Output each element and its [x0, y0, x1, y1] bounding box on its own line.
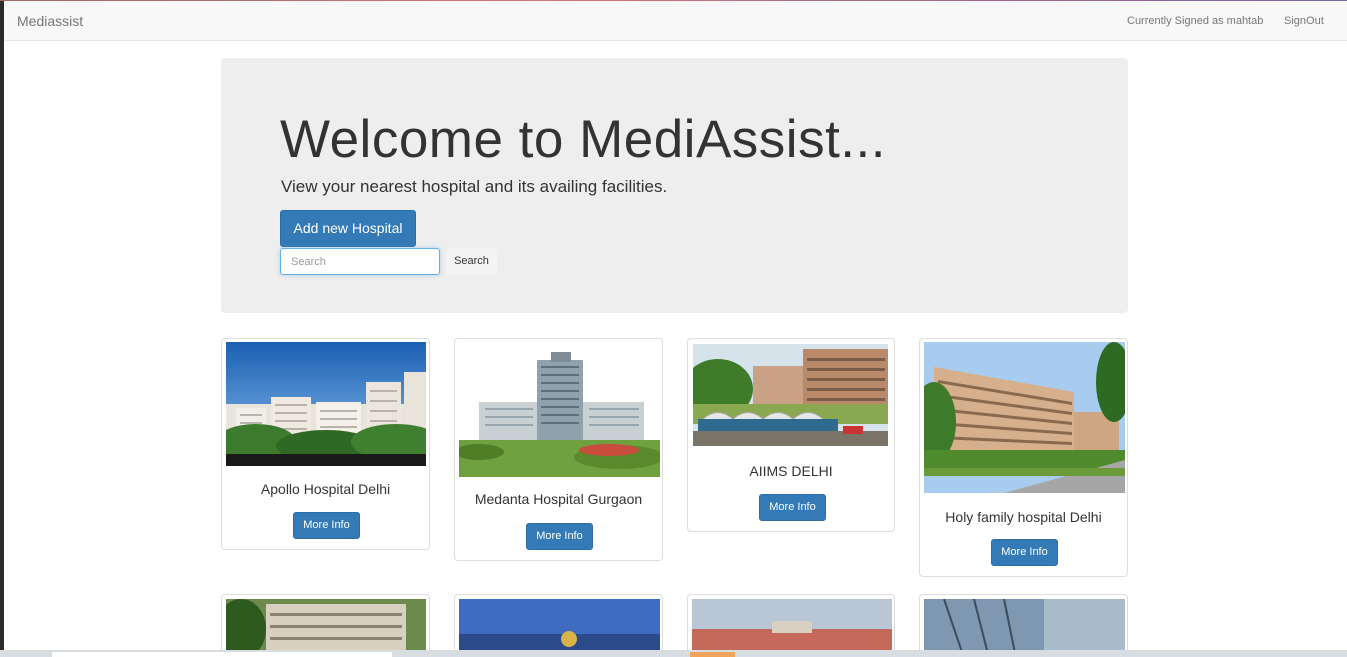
taskbar-segment: [52, 652, 392, 657]
hospital-card-medanta: Medanta Hospital Gurgaon More Info: [454, 338, 663, 561]
more-info-button[interactable]: More Info: [759, 494, 826, 521]
brand-link[interactable]: Mediassist: [17, 13, 83, 29]
window-left-edge: [0, 0, 4, 657]
hospital-card-aiims: AIIMS DELHI More Info: [687, 338, 895, 532]
signout-link[interactable]: SignOut: [1284, 15, 1324, 27]
hospital-card-row2-1: [221, 594, 430, 657]
hospital-card-row2-4: [919, 594, 1128, 657]
hospital-image-holy-family: [924, 342, 1125, 493]
page-subtitle: View your nearest hospital and its avail…: [281, 177, 668, 196]
hospital-card-row2-2: [454, 594, 663, 657]
hospital-image: [924, 599, 1125, 656]
welcome-jumbotron: Welcome to MediAssist... View your neare…: [221, 58, 1128, 313]
hospital-card-row2-3: [687, 594, 895, 657]
taskbar-strip: [0, 650, 1347, 657]
hospital-card-apollo: Apollo Hospital Delhi More Info: [221, 338, 430, 550]
hospital-image: [226, 599, 426, 656]
hospital-image-aiims: [693, 344, 888, 446]
more-info-button[interactable]: More Info: [293, 512, 360, 539]
search-button[interactable]: Search: [446, 248, 497, 275]
hospital-image: [692, 599, 892, 656]
add-hospital-button[interactable]: Add new Hospital: [280, 210, 416, 247]
taskbar-segment: [690, 652, 735, 657]
page-title: Welcome to MediAssist...: [280, 110, 886, 169]
more-info-button[interactable]: More Info: [526, 523, 593, 550]
hospital-card-holy-family: Holy family hospital Delhi More Info: [919, 338, 1128, 577]
hospital-name: Holy family hospital Delhi: [945, 509, 1102, 525]
hospital-image: [459, 599, 660, 656]
more-info-button[interactable]: More Info: [991, 539, 1058, 566]
hospital-image-apollo: [226, 342, 426, 466]
hospital-name: Medanta Hospital Gurgaon: [474, 491, 643, 507]
hospital-image-medanta: [459, 342, 660, 477]
signed-in-status: Currently Signed as mahtab: [1127, 15, 1264, 27]
hospital-name: Apollo Hospital Delhi: [260, 481, 391, 497]
search-input[interactable]: [280, 248, 440, 275]
hospital-name: AIIMS DELHI: [749, 463, 833, 479]
top-navbar: Mediassist Currently Signed as mahtab Si…: [4, 1, 1347, 41]
